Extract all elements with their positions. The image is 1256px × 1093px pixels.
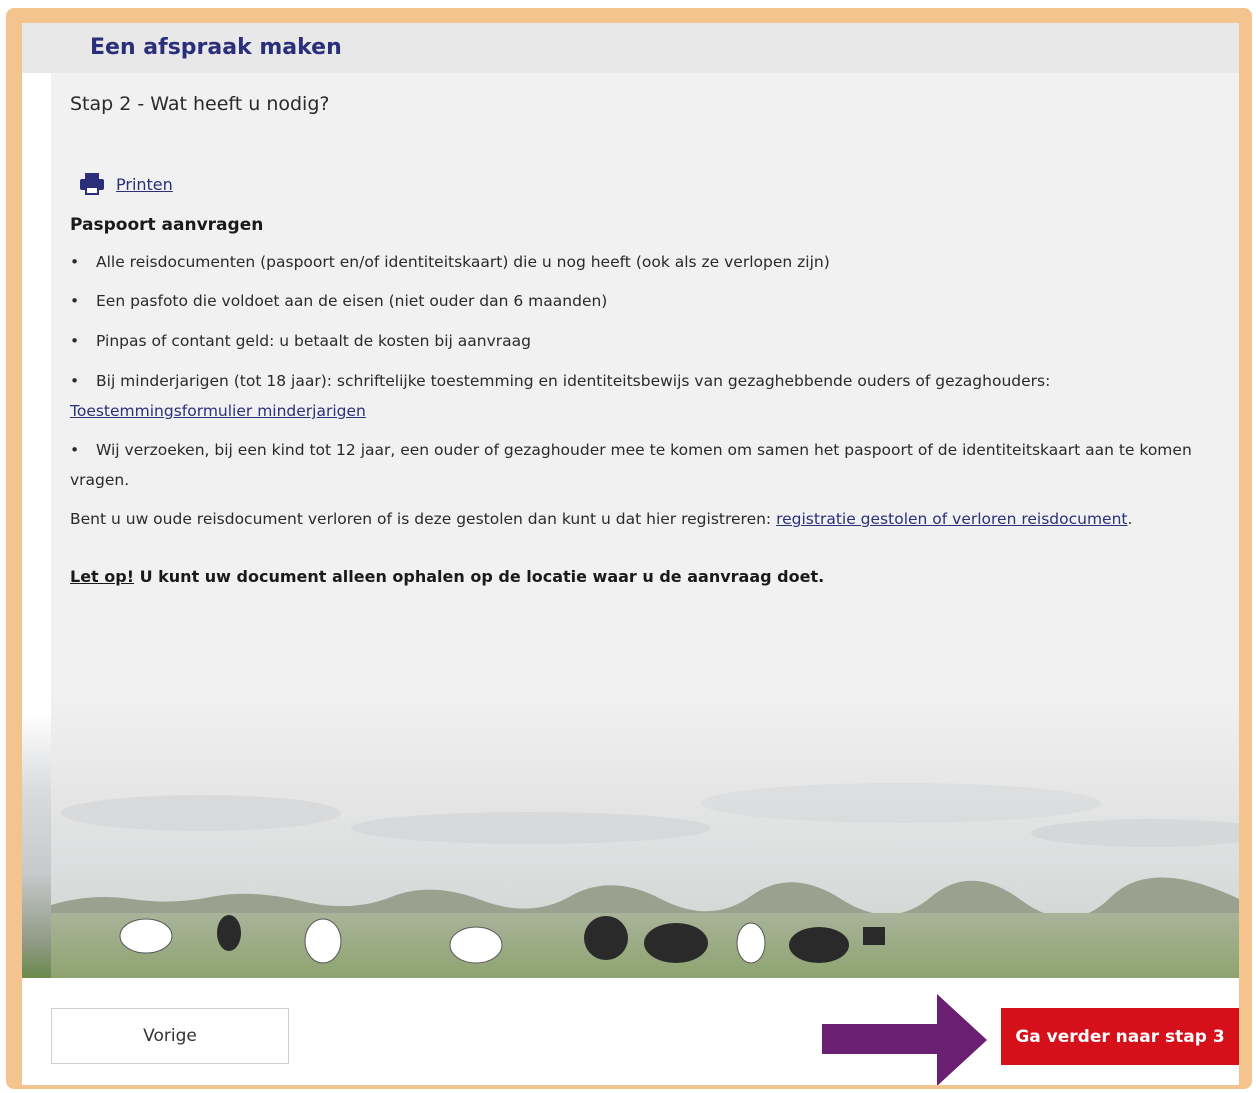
list-item-continuation: vragen. (70, 471, 130, 489)
pointer-arrow-icon (822, 994, 987, 1085)
printer-icon (80, 173, 104, 195)
step-title: Stap 2 - Wat heeft u nodig? (70, 93, 330, 115)
notice-prefix: Let op! (70, 567, 135, 586)
previous-button[interactable]: Vorige (51, 1008, 289, 1064)
list-item: • Alle reisdocumenten (paspoort en/of ide… (70, 253, 830, 271)
list-item: • Pinpas of contant geld: u betaalt de ko… (70, 332, 531, 350)
list-item-text: Pinpas of contant geld: u betaalt de kos… (96, 332, 531, 350)
lost-document-text: Bent u uw oude reisdocument verloren of … (70, 510, 1133, 528)
list-item-text: Alle reisdocumenten (paspoort en/of iden… (96, 253, 830, 271)
landscape-background-image (51, 693, 1239, 978)
list-item-text: Een pasfoto die voldoet aan de eisen (ni… (96, 292, 608, 310)
navigation-footer: Vorige Ga verder naar stap 3 (22, 978, 1239, 1085)
print-link[interactable]: Printen (116, 175, 173, 194)
list-item: • Een pasfoto die voldoet aan de eisen (n… (70, 292, 608, 310)
step-content: Stap 2 - Wat heeft u nodig? Printen Pasp… (51, 73, 1239, 978)
list-item-text: Wij verzoeken, bij een kind tot 12 jaar,… (96, 441, 1192, 459)
list-item: • Bij minderjarigen (tot 18 jaar): schrif… (70, 372, 1051, 420)
appointment-panel: Een afspraak maken Stap 2 - Wat heeft u … (22, 23, 1239, 1085)
lost-document-link[interactable]: registratie gestolen of verloren reisdoc… (776, 510, 1127, 528)
list-item-text: Bij minderjarigen (tot 18 jaar): schrift… (96, 372, 1051, 390)
list-item: • Wij verzoeken, bij een kind tot 12 jaar… (70, 441, 1192, 489)
page-title: Een afspraak maken (90, 35, 342, 60)
notice-text: U kunt uw document alleen ophalen op de … (134, 567, 825, 586)
next-step-button[interactable]: Ga verder naar stap 3 (1001, 1008, 1239, 1065)
print-action[interactable]: Printen (79, 171, 173, 197)
notice: Let op! U kunt uw document alleen ophale… (70, 567, 824, 586)
section-title: Paspoort aanvragen (70, 215, 264, 235)
consent-form-link[interactable]: Toestemmingsformulier minderjarigen (70, 402, 366, 420)
panel-header: Een afspraak maken (22, 23, 1239, 73)
left-background-strip (22, 73, 51, 978)
